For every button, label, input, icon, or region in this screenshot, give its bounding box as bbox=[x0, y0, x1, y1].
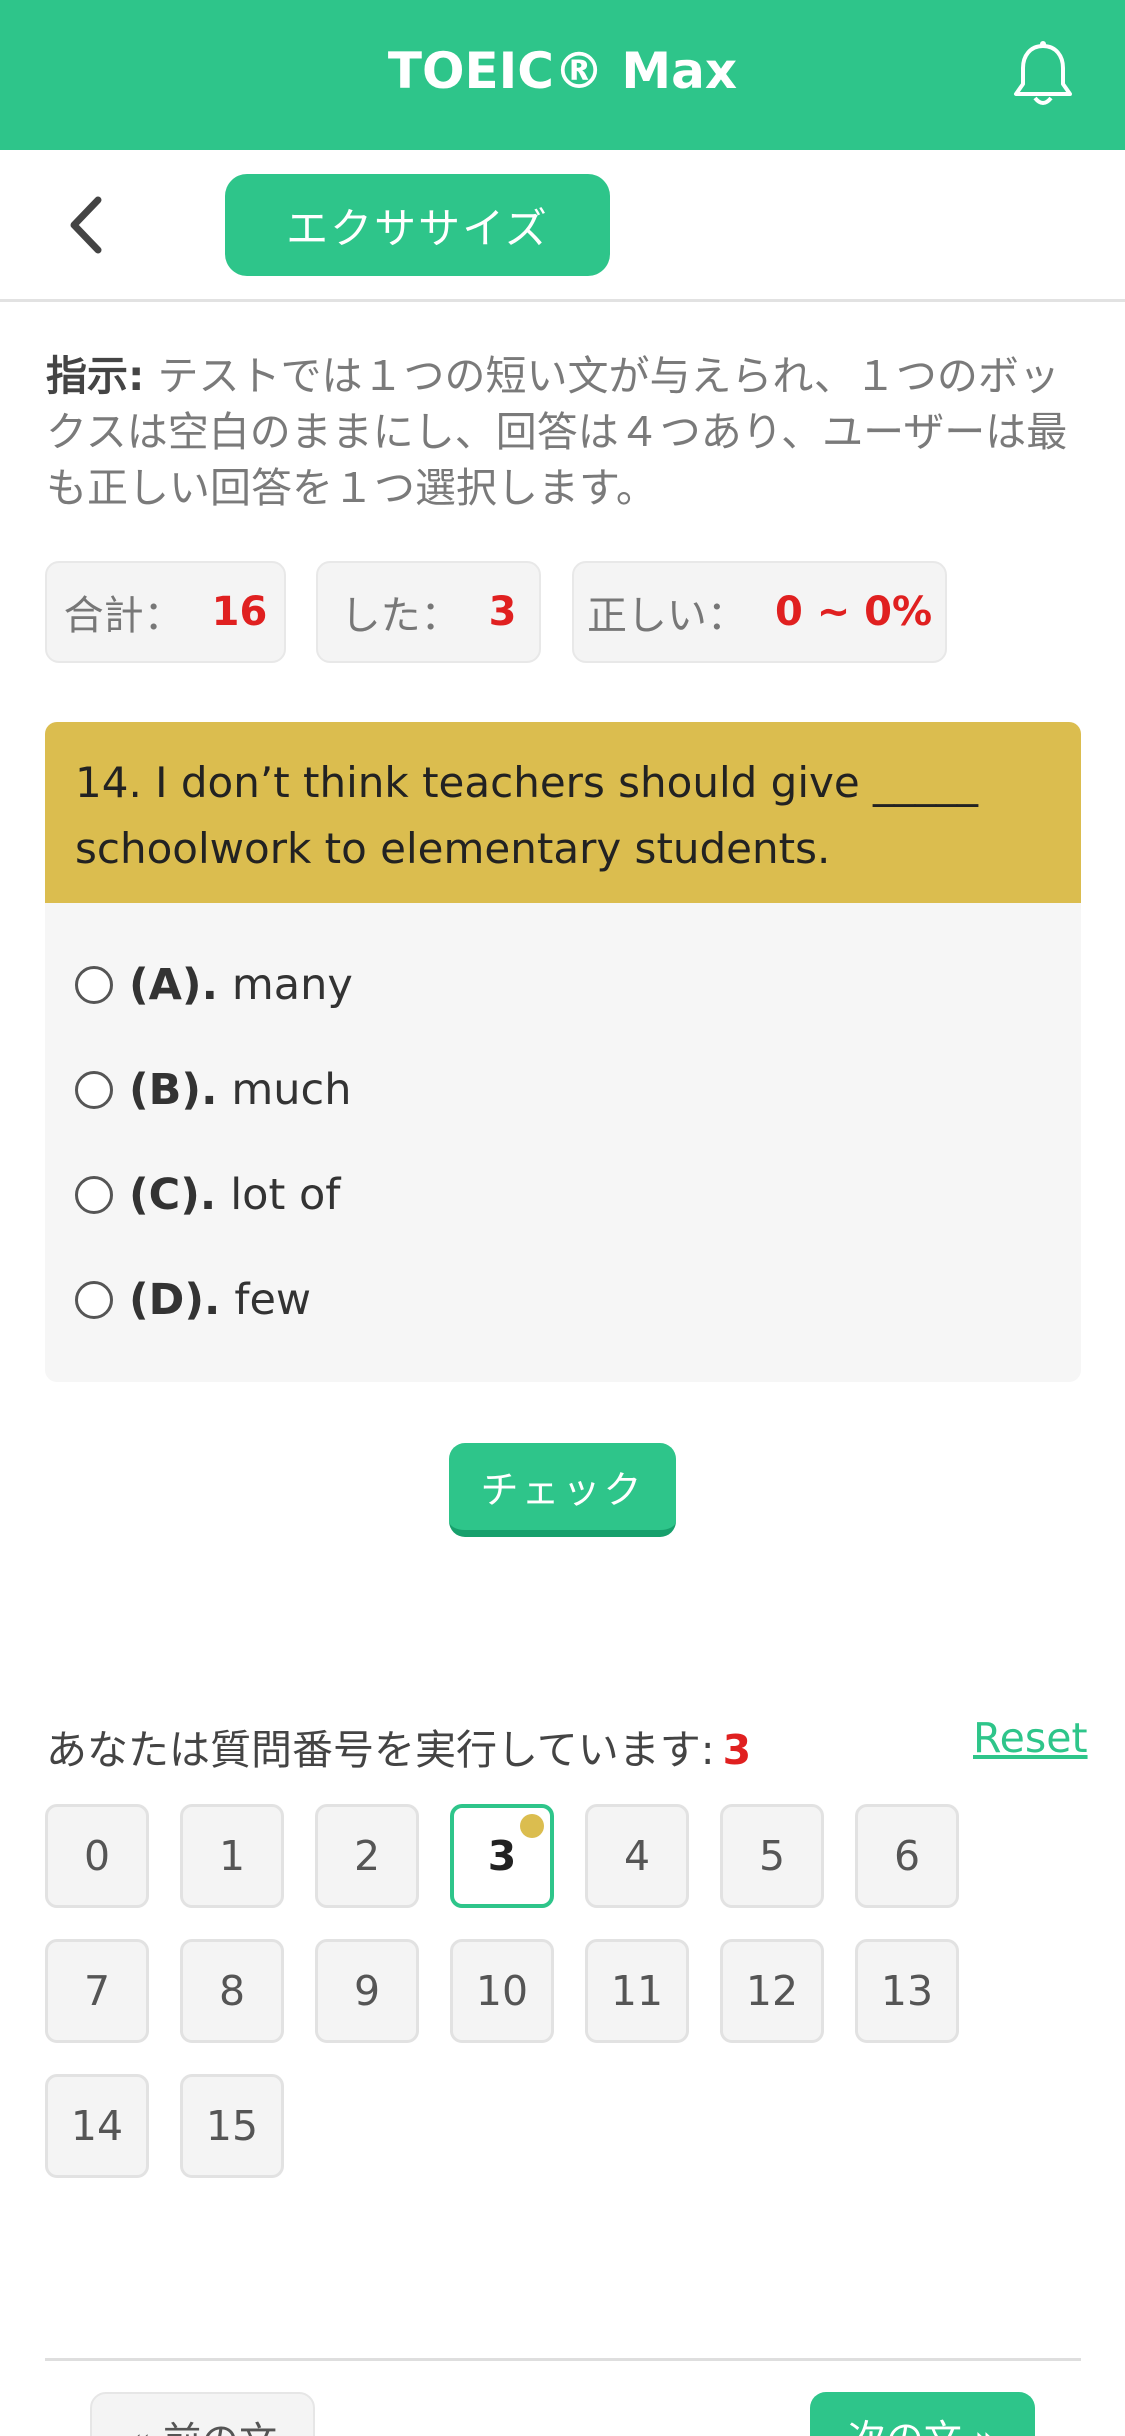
stat-correct-label: 正しい： bbox=[586, 593, 747, 639]
question-number-label: 7 bbox=[83, 1967, 111, 2015]
instruction-text: 指示: テストでは１つの短い文が与えられ、１つのボックスは空白のままにし、回答は… bbox=[46, 348, 1086, 516]
question-text: 14. I don’t think teachers should give _… bbox=[45, 722, 1081, 903]
check-button[interactable]: チェック bbox=[449, 1443, 676, 1537]
option-text: much bbox=[231, 1065, 352, 1115]
option-d[interactable]: (D). few bbox=[75, 1260, 311, 1340]
question-number-label: 0 bbox=[83, 1832, 111, 1880]
option-b[interactable]: (B). much bbox=[75, 1050, 351, 1130]
question-number-button-active[interactable]: 3 bbox=[450, 1804, 554, 1908]
question-number-button[interactable]: 6 bbox=[855, 1804, 959, 1908]
question-number-label: 15 bbox=[205, 2102, 259, 2150]
app-title: TOEIC® Max bbox=[387, 42, 738, 100]
nav-bar: エクササイズ bbox=[0, 150, 1125, 302]
previous-sentence-button[interactable]: « 前の文 bbox=[90, 2392, 315, 2436]
chevron-left-icon[interactable] bbox=[62, 194, 112, 256]
option-text: many bbox=[231, 960, 353, 1010]
question-number-label: 2 bbox=[353, 1832, 381, 1880]
question-number-button[interactable]: 9 bbox=[315, 1939, 419, 2043]
stat-done-value: 3 bbox=[488, 589, 517, 635]
stat-total-label: 合計： bbox=[63, 593, 184, 639]
question-number-label: 5 bbox=[758, 1832, 786, 1880]
instruction-label: 指示: bbox=[46, 352, 145, 400]
question-number-label: 3 bbox=[487, 1832, 517, 1880]
question-number-label: 12 bbox=[745, 1967, 799, 2015]
option-label: (D). bbox=[129, 1275, 221, 1325]
stat-done: した： 3 bbox=[316, 561, 541, 663]
radio-button[interactable] bbox=[75, 1176, 113, 1214]
stat-total: 合計： 16 bbox=[45, 561, 286, 663]
question-card: 14. I don’t think teachers should give _… bbox=[45, 722, 1081, 1382]
question-number-label: 4 bbox=[623, 1832, 651, 1880]
stat-correct-value: 0 ~ 0% bbox=[774, 589, 933, 635]
option-text: lot of bbox=[230, 1170, 341, 1220]
next-sentence-button[interactable]: 次の文 » bbox=[810, 2392, 1035, 2436]
question-number-label: 1 bbox=[218, 1832, 246, 1880]
question-number-button[interactable]: 1 bbox=[180, 1804, 284, 1908]
option-c[interactable]: (C). lot of bbox=[75, 1155, 340, 1235]
question-number-button[interactable]: 4 bbox=[585, 1804, 689, 1908]
question-number-button[interactable]: 7 bbox=[45, 1939, 149, 2043]
current-indicator-dot bbox=[520, 1814, 544, 1838]
option-label: (C). bbox=[129, 1170, 217, 1220]
progress-status: あなたは質問番号を実行しています: 3 bbox=[46, 1716, 751, 1776]
question-number-button[interactable]: 15 bbox=[180, 2074, 284, 2178]
stat-correct: 正しい： 0 ~ 0% bbox=[572, 561, 947, 663]
stat-done-label: した： bbox=[340, 593, 461, 639]
question-number-label: 9 bbox=[353, 1967, 381, 2015]
reset-link[interactable]: Reset bbox=[973, 1714, 1088, 1762]
question-number-label: 6 bbox=[893, 1832, 921, 1880]
footer-divider bbox=[45, 2358, 1081, 2361]
question-number-button[interactable]: 8 bbox=[180, 1939, 284, 2043]
option-a[interactable]: (A). many bbox=[75, 945, 353, 1025]
radio-button[interactable] bbox=[75, 1071, 113, 1109]
question-number-button[interactable]: 0 bbox=[45, 1804, 149, 1908]
question-number-label: 13 bbox=[880, 1967, 934, 2015]
radio-button[interactable] bbox=[75, 1281, 113, 1319]
question-number-button[interactable]: 11 bbox=[585, 1939, 689, 2043]
question-number-button[interactable]: 12 bbox=[720, 1939, 824, 2043]
question-number-label: 8 bbox=[218, 1967, 246, 2015]
bell-icon[interactable] bbox=[1008, 38, 1078, 110]
question-number-button[interactable]: 14 bbox=[45, 2074, 149, 2178]
app-header: TOEIC® Max bbox=[0, 0, 1125, 150]
question-number-label: 14 bbox=[70, 2102, 124, 2150]
question-number-button[interactable]: 2 bbox=[315, 1804, 419, 1908]
option-label: (B). bbox=[129, 1065, 218, 1115]
instruction-body: テストでは１つの短い文が与えられ、１つのボックスは空白のままにし、回答は４つあり… bbox=[46, 352, 1068, 512]
question-number-label: 11 bbox=[610, 1967, 664, 2015]
radio-button[interactable] bbox=[75, 966, 113, 1004]
option-text: few bbox=[234, 1275, 312, 1325]
stat-total-value: 16 bbox=[211, 589, 268, 635]
question-number-label: 10 bbox=[475, 1967, 529, 2015]
tab-exercise[interactable]: エクササイズ bbox=[225, 174, 610, 276]
progress-label: あなたは質問番号を実行しています: bbox=[46, 1726, 715, 1774]
current-question-number: 3 bbox=[722, 1726, 752, 1774]
option-label: (A). bbox=[129, 960, 218, 1010]
question-number-button[interactable]: 13 bbox=[855, 1939, 959, 2043]
question-number-button[interactable]: 10 bbox=[450, 1939, 554, 2043]
question-number-button[interactable]: 5 bbox=[720, 1804, 824, 1908]
